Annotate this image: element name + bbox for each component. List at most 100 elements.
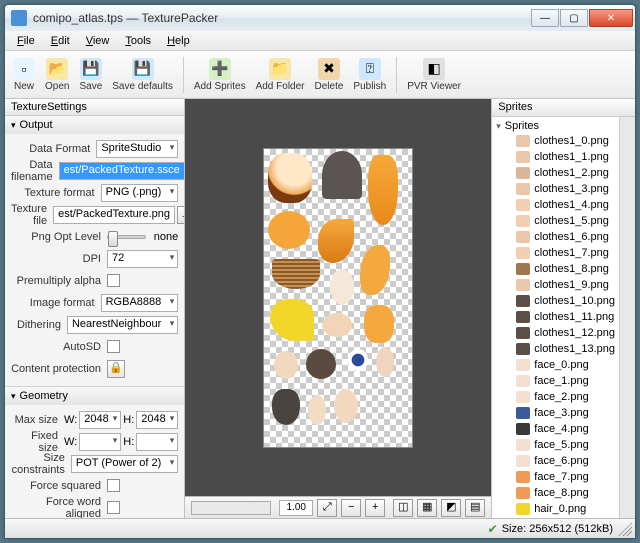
horizontal-scrollbar[interactable] <box>191 501 271 515</box>
sprite-item[interactable]: face_1.png <box>494 373 617 389</box>
save-defaults-button[interactable]: 💾Save defaults <box>108 56 177 94</box>
sprite-thumb-icon <box>516 327 530 339</box>
preview-viewport[interactable] <box>185 99 491 496</box>
sprite-thumb-icon <box>516 503 530 515</box>
sprite-thumb-icon <box>516 439 530 451</box>
add-sprites-button[interactable]: ➕Add Sprites <box>190 56 250 94</box>
texture-file-browse-button[interactable]: … <box>177 206 185 224</box>
dpi-combo[interactable]: 72 <box>107 250 178 268</box>
force-squared-checkbox[interactable] <box>107 479 120 492</box>
sprites-panel: Sprites ▾Spritesclothes1_0.pngclothes1_1… <box>491 99 635 518</box>
sprite-item[interactable]: clothes1_13.png <box>494 341 617 357</box>
sprite-item[interactable]: clothes1_5.png <box>494 213 617 229</box>
data-format-combo[interactable]: SpriteStudio <box>96 140 178 158</box>
sprites-tree[interactable]: ▾Spritesclothes1_0.pngclothes1_1.pngclot… <box>492 117 619 518</box>
size-constraints-combo[interactable]: POT (Power of 2) <box>71 455 178 473</box>
zoom-out-button[interactable]: − <box>341 499 361 517</box>
zoom-input[interactable]: 1.00 <box>279 500 313 516</box>
view-mode-d-button[interactable]: ▤ <box>465 499 485 517</box>
maximize-button[interactable]: ▢ <box>560 9 588 27</box>
delete-icon: ✖ <box>318 58 340 80</box>
zoom-fit-button[interactable]: ⤢ <box>317 499 337 517</box>
view-mode-a-button[interactable]: ◫ <box>393 499 413 517</box>
menu-view[interactable]: View <box>78 33 118 49</box>
max-height-combo[interactable]: 2048 <box>136 411 178 429</box>
resize-grip[interactable] <box>618 522 632 536</box>
pvr-viewer-button[interactable]: ◧PVR Viewer <box>403 56 465 94</box>
texture-file-input[interactable]: est/PackedTexture.png <box>53 206 175 224</box>
open-button[interactable]: 📂Open <box>41 56 73 94</box>
sprite-item[interactable]: clothes1_0.png <box>494 133 617 149</box>
zoom-in-button[interactable]: + <box>365 499 385 517</box>
force-word-aligned-checkbox[interactable] <box>107 501 120 514</box>
view-mode-b-button[interactable]: ▦ <box>417 499 437 517</box>
content-protection-button[interactable]: 🔒 <box>107 360 125 378</box>
view-mode-c-button[interactable]: ◩ <box>441 499 461 517</box>
sprite-thumb-icon <box>516 135 530 147</box>
sprite-item[interactable]: clothes1_11.png <box>494 309 617 325</box>
sprite-item[interactable]: hair_0.png <box>494 501 617 517</box>
window-title: comipo_atlas.tps — TexturePacker <box>33 11 530 25</box>
open-icon: 📂 <box>46 58 68 80</box>
sprite-thumb-icon <box>516 487 530 499</box>
minimize-button[interactable]: — <box>531 9 559 27</box>
geometry-section-header[interactable]: ▾Geometry <box>5 387 184 405</box>
premultiply-checkbox[interactable] <box>107 274 120 287</box>
sprite-item[interactable]: clothes1_2.png <box>494 165 617 181</box>
sprite-item[interactable]: face_5.png <box>494 437 617 453</box>
publish-button[interactable]: ⍰Publish <box>349 56 390 94</box>
sprite-item[interactable]: clothes1_7.png <box>494 245 617 261</box>
sprite-thumb-icon <box>516 311 530 323</box>
texture-atlas-canvas <box>263 148 413 448</box>
png-opt-slider[interactable] <box>107 235 146 239</box>
close-button[interactable]: ✕ <box>589 9 633 27</box>
save-button[interactable]: 💾Save <box>75 56 106 94</box>
sprite-item[interactable]: face_6.png <box>494 453 617 469</box>
sprite-thumb-icon <box>516 279 530 291</box>
image-format-combo[interactable]: RGBA8888 <box>101 294 179 312</box>
sprite-item[interactable]: face_0.png <box>494 357 617 373</box>
sprite-thumb-icon <box>516 167 530 179</box>
sprite-item[interactable]: clothes1_4.png <box>494 197 617 213</box>
sprite-item[interactable]: face_7.png <box>494 469 617 485</box>
sprite-item[interactable]: face_2.png <box>494 389 617 405</box>
sprite-thumb-icon <box>516 199 530 211</box>
status-ok-icon: ✔ <box>488 522 498 536</box>
sprite-item[interactable]: face_3.png <box>494 405 617 421</box>
sprite-thumb-icon <box>516 359 530 371</box>
menu-tools[interactable]: Tools <box>117 33 159 49</box>
menu-file[interactable]: File <box>9 33 43 49</box>
fixed-height-combo[interactable] <box>136 433 178 451</box>
add-sprites-icon: ➕ <box>209 58 231 80</box>
add-folder-button[interactable]: 📁Add Folder <box>252 56 309 94</box>
data-filename-input[interactable]: est/PackedTexture.ssce <box>59 162 186 180</box>
output-section-header[interactable]: ▾Output <box>5 116 184 134</box>
sprite-item[interactable]: face_4.png <box>494 421 617 437</box>
delete-button[interactable]: ✖Delete <box>311 56 348 94</box>
sprite-thumb-icon <box>516 375 530 387</box>
sprite-thumb-icon <box>516 455 530 467</box>
twisty-icon: ▾ <box>11 120 16 131</box>
sprite-item[interactable]: clothes1_6.png <box>494 229 617 245</box>
sprite-thumb-icon <box>516 391 530 403</box>
dithering-combo[interactable]: NearestNeighbour <box>67 316 178 334</box>
sprite-item[interactable]: clothes1_3.png <box>494 181 617 197</box>
twisty-icon: ▾ <box>496 121 501 132</box>
texture-format-combo[interactable]: PNG (.png) <box>101 184 179 202</box>
menu-help[interactable]: Help <box>159 33 198 49</box>
sprites-root[interactable]: ▾Sprites <box>494 119 617 133</box>
vertical-scrollbar[interactable] <box>619 117 635 518</box>
sprite-item[interactable]: clothes1_1.png <box>494 149 617 165</box>
new-icon: ▫ <box>13 58 35 80</box>
sprite-item[interactable]: clothes1_10.png <box>494 293 617 309</box>
fixed-width-combo[interactable] <box>79 433 121 451</box>
max-width-combo[interactable]: 2048 <box>79 411 121 429</box>
sprite-item[interactable]: face_8.png <box>494 485 617 501</box>
publish-icon: ⍰ <box>359 58 381 80</box>
sprite-item[interactable]: clothes1_12.png <box>494 325 617 341</box>
sprite-item[interactable]: clothes1_8.png <box>494 261 617 277</box>
sprite-item[interactable]: clothes1_9.png <box>494 277 617 293</box>
new-button[interactable]: ▫New <box>9 56 39 94</box>
autosd-checkbox[interactable] <box>107 340 120 353</box>
menu-edit[interactable]: Edit <box>43 33 78 49</box>
